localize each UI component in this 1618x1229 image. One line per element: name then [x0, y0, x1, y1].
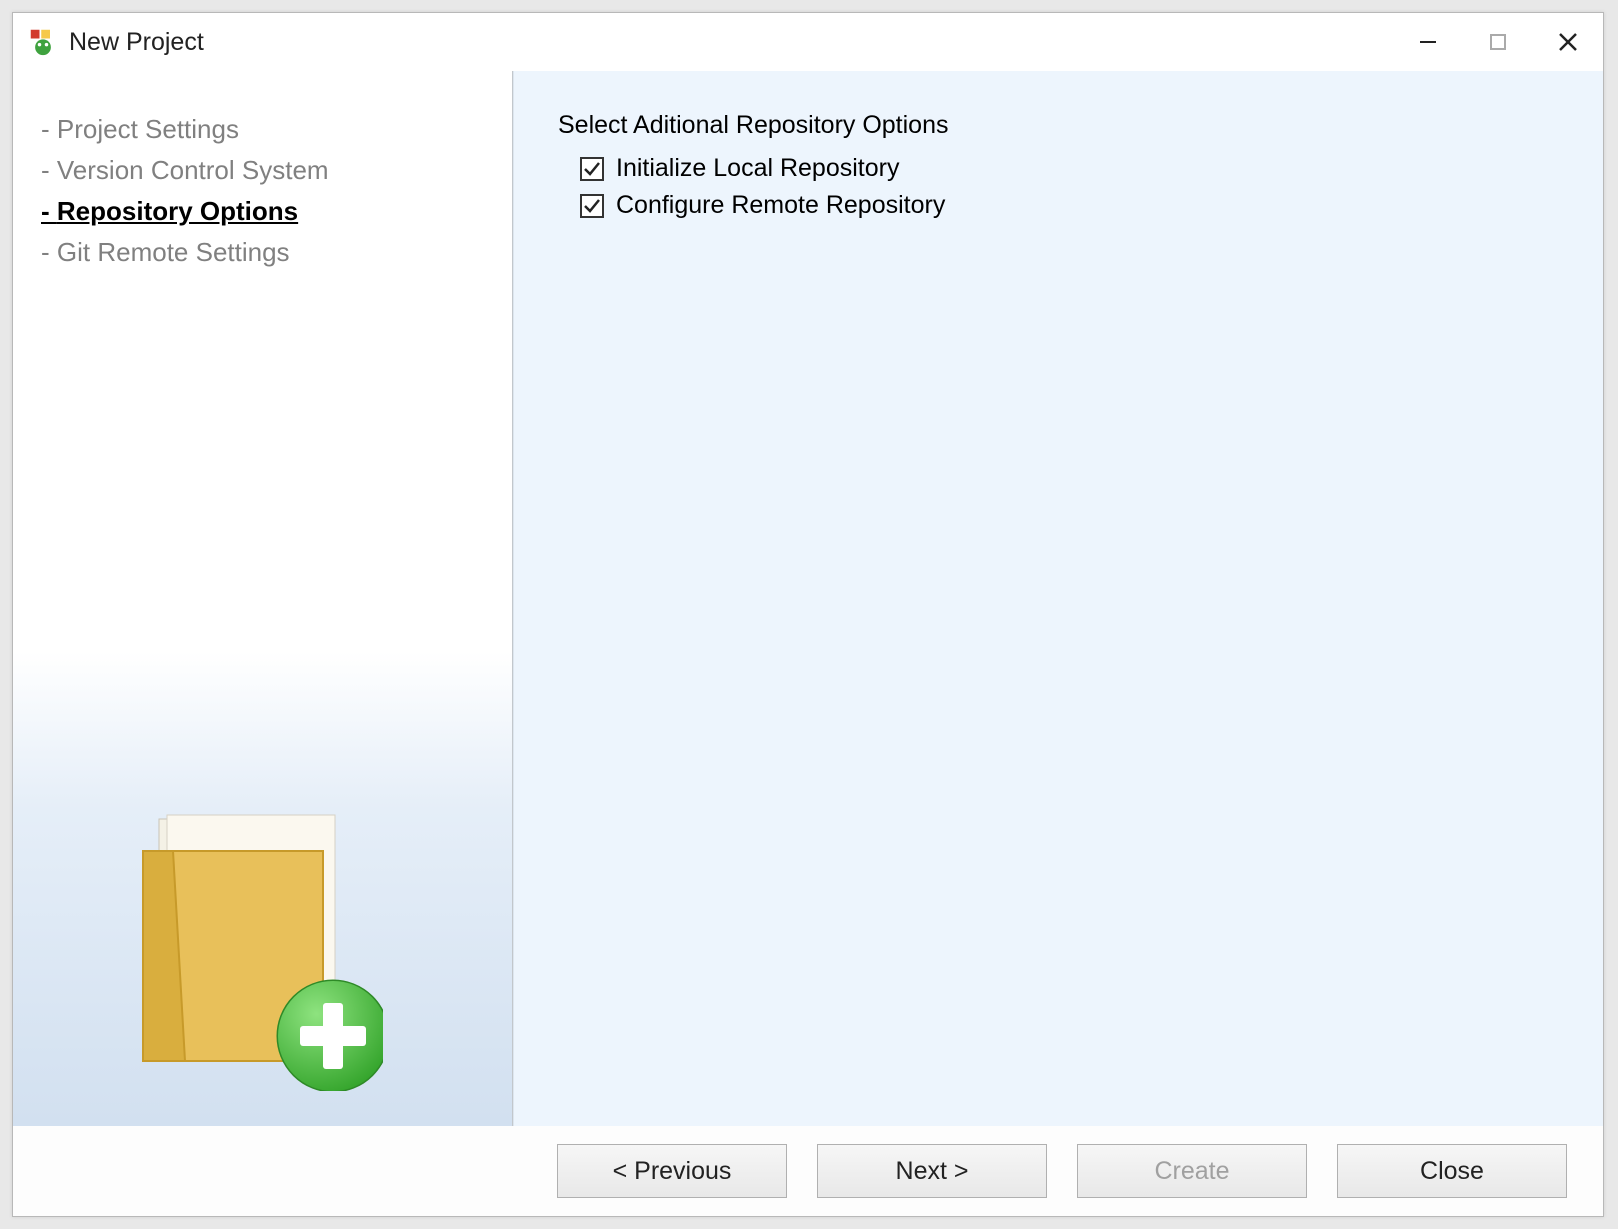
wizard-content: Select Aditional Repository Options Init…: [513, 71, 1603, 1126]
nav-item-label: Git Remote Settings: [57, 237, 290, 267]
previous-button[interactable]: < Previous: [557, 1144, 787, 1198]
nav-item-git-remote[interactable]: - Git Remote Settings: [41, 232, 484, 273]
option-configure-remote-repo[interactable]: Configure Remote Repository: [580, 191, 1559, 220]
app-icon: [29, 28, 57, 56]
window-title: New Project: [69, 28, 204, 57]
maximize-button[interactable]: [1463, 17, 1533, 67]
next-button[interactable]: Next >: [817, 1144, 1047, 1198]
titlebar: New Project: [13, 13, 1603, 71]
dialog-body: - Project Settings - Version Control Sys…: [13, 71, 1603, 1126]
checkbox-icon: [580, 157, 604, 181]
wizard-footer: < Previous Next > Create Close: [13, 1126, 1603, 1216]
wizard-nav: - Project Settings - Version Control Sys…: [13, 71, 512, 273]
close-window-button[interactable]: [1533, 17, 1603, 67]
minimize-button[interactable]: [1393, 17, 1463, 67]
close-button[interactable]: Close: [1337, 1144, 1567, 1198]
nav-item-label: Repository Options: [57, 196, 298, 226]
checkbox-label: Configure Remote Repository: [616, 191, 945, 220]
window-controls: [1393, 17, 1603, 67]
checkbox-label: Initialize Local Repository: [616, 154, 899, 183]
nav-item-project-settings[interactable]: - Project Settings: [41, 109, 484, 150]
nav-item-label: Project Settings: [57, 114, 239, 144]
checkbox-icon: [580, 194, 604, 218]
new-project-dialog: New Project - Project Settings - Version…: [12, 12, 1604, 1217]
nav-item-repository-options[interactable]: - Repository Options: [41, 191, 484, 232]
nav-item-vcs[interactable]: - Version Control System: [41, 150, 484, 191]
folder-art-icon: [13, 811, 512, 1096]
option-initialize-local-repo[interactable]: Initialize Local Repository: [580, 154, 1559, 183]
wizard-sidebar: - Project Settings - Version Control Sys…: [13, 71, 513, 1126]
nav-item-label: Version Control System: [57, 155, 329, 185]
section-heading: Select Aditional Repository Options: [558, 111, 1559, 140]
create-button: Create: [1077, 1144, 1307, 1198]
